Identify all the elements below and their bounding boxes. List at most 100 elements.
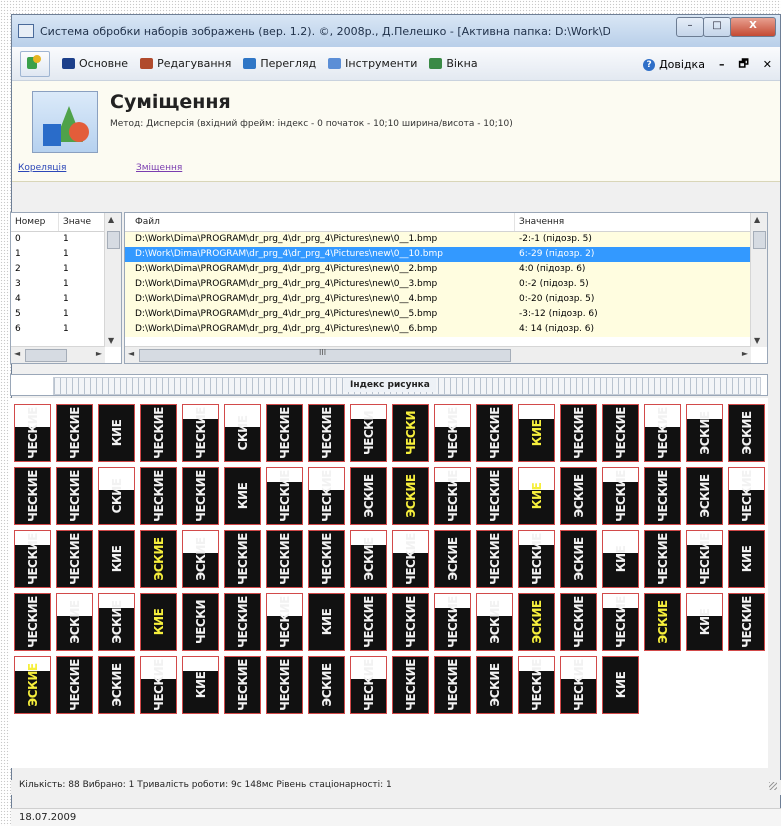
image-thumbnail[interactable]: ЧЕСКИЕ (434, 467, 471, 525)
image-thumbnail[interactable]: КИЕ (518, 404, 555, 462)
image-thumbnail[interactable]: ЭСКИЕ (98, 656, 135, 714)
image-thumbnail[interactable]: ЧЕСКИЕ (224, 593, 261, 651)
image-thumbnail[interactable]: ЧЕСКИЕ (308, 404, 345, 462)
scroll-thumb[interactable] (107, 231, 120, 249)
scroll-up-icon[interactable]: ▲ (754, 215, 760, 224)
close-button[interactable]: X (730, 17, 776, 37)
image-thumbnail[interactable]: ЭСКИЕ (686, 404, 723, 462)
image-thumbnail[interactable]: ЧЕСКИЕ (476, 467, 513, 525)
image-thumbnail[interactable]: ЧЕСКИЕ (14, 593, 51, 651)
table-row[interactable]: D:\Work\Dima\PROGRAM\dr_prg_4\dr_prg_4\P… (125, 292, 767, 307)
table-row[interactable]: D:\Work\Dima\PROGRAM\dr_prg_4\dr_prg_4\P… (125, 277, 767, 292)
app-menu-button[interactable] (20, 50, 50, 77)
index-grid-vertical-scrollbar[interactable]: ▲ ▼ (104, 213, 121, 347)
scroll-down-icon[interactable]: ▼ (754, 336, 760, 345)
image-thumbnail[interactable]: ЧЕСКИЕ (308, 467, 345, 525)
image-thumbnail[interactable]: ЭСКИЕ (140, 530, 177, 588)
image-thumbnail[interactable]: ЧЕСКИЕ (182, 404, 219, 462)
image-thumbnail[interactable]: ЧЕСКИЕ (602, 593, 639, 651)
shift-link[interactable]: Зміщення (136, 163, 182, 173)
scroll-up-icon[interactable]: ▲ (108, 215, 114, 224)
image-thumbnail[interactable]: ЭСКИЕ (476, 656, 513, 714)
resize-grip-icon[interactable] (769, 782, 777, 790)
image-thumbnail[interactable]: ЭСКИЕ (98, 593, 135, 651)
image-thumbnail[interactable]: ЧЕСКИЕ (560, 656, 597, 714)
image-thumbnail[interactable]: СКИЕ (224, 404, 261, 462)
column-header-value[interactable]: Значе (59, 213, 105, 231)
image-thumbnail[interactable]: КИЕ (728, 530, 765, 588)
image-thumbnail[interactable]: ЧЕСКИЕ (392, 593, 429, 651)
image-thumbnail[interactable]: ЧЕСКИЕ (350, 593, 387, 651)
image-thumbnail[interactable]: ЧЕСКИЕ (518, 656, 555, 714)
menu-item-view[interactable]: Перегляд (243, 57, 316, 70)
image-thumbnail[interactable]: КИЕ (182, 656, 219, 714)
image-thumbnail[interactable]: ЧЕСКИЕ (434, 656, 471, 714)
image-thumbnail[interactable]: ЧЕСКИЕ (266, 593, 303, 651)
image-thumbnail[interactable]: ЧЕСКИЕ (182, 467, 219, 525)
scroll-left-icon[interactable]: ◄ (14, 349, 20, 358)
image-thumbnail[interactable]: КИЕ (518, 467, 555, 525)
menu-item-main[interactable]: Основне (62, 57, 128, 70)
scroll-right-icon[interactable]: ► (96, 349, 102, 358)
image-thumbnail[interactable]: ЧЕСКИЕ (686, 530, 723, 588)
correlation-link[interactable]: Кореляція (18, 163, 66, 173)
image-thumbnail[interactable]: ЭСКИЕ (560, 467, 597, 525)
image-thumbnail[interactable]: ЧЕСКИЕ (56, 530, 93, 588)
table-row[interactable]: D:\Work\Dima\PROGRAM\dr_prg_4\dr_prg_4\P… (125, 262, 767, 277)
image-thumbnail[interactable]: КИЕ (308, 593, 345, 651)
image-thumbnail[interactable]: ЧЕСКИЕ (224, 530, 261, 588)
scroll-down-icon[interactable]: ▼ (108, 336, 114, 345)
image-thumbnail[interactable]: ЧЕСКИЕ (476, 404, 513, 462)
column-header-result[interactable]: Значення (515, 213, 751, 231)
image-thumbnail[interactable]: ЭСКИЕ (434, 530, 471, 588)
table-row[interactable]: D:\Work\Dima\PROGRAM\dr_prg_4\dr_prg_4\P… (125, 322, 767, 337)
menu-item-help[interactable]: Довідка (659, 58, 705, 71)
image-thumbnail[interactable]: ЧЕСКИЕ (14, 530, 51, 588)
image-thumbnail[interactable]: ЧЕСКИЕ (644, 467, 681, 525)
table-row[interactable]: D:\Work\Dima\PROGRAM\dr_prg_4\dr_prg_4\P… (125, 232, 767, 247)
image-thumbnail[interactable]: ЧЕСКИЕ (728, 593, 765, 651)
image-thumbnail[interactable]: ЭСКИЕ (14, 656, 51, 714)
mdi-minimize-button[interactable]: – (719, 58, 725, 71)
column-header-file[interactable]: Файл (125, 213, 515, 231)
image-thumbnail[interactable]: КИЕ (602, 656, 639, 714)
image-thumbnail[interactable]: ЭСКИЕ (476, 593, 513, 651)
file-grid-vertical-scrollbar[interactable]: ▲ ▼ (750, 213, 767, 347)
image-thumbnail[interactable]: КИЕ (224, 467, 261, 525)
image-thumbnail[interactable]: ЧЕСКИЕ (728, 467, 765, 525)
image-thumbnail[interactable]: ЧЕСКИЕ (476, 530, 513, 588)
image-thumbnail[interactable]: ЧЕСКИЕ (602, 467, 639, 525)
image-thumbnail[interactable]: ЭСКИЕ (518, 593, 555, 651)
image-thumbnail[interactable]: ЧЕСКИЕ (56, 467, 93, 525)
image-thumbnail[interactable]: ЭСКИЕ (392, 467, 429, 525)
image-thumbnail[interactable]: ЧЕСКИЕ (350, 656, 387, 714)
image-thumbnail[interactable]: КИЕ (98, 530, 135, 588)
image-thumbnail[interactable]: ЭСКИЕ (686, 467, 723, 525)
image-thumbnail[interactable]: ЧЕСКИЕ (644, 404, 681, 462)
image-thumbnail[interactable]: ЧЕСКИЕ (14, 467, 51, 525)
image-thumbnail[interactable]: ЧЕСКИЕ (644, 530, 681, 588)
index-grid-horizontal-scrollbar[interactable]: ◄ ► (11, 346, 105, 363)
image-thumbnail[interactable]: ЧЕСКИЕ (308, 530, 345, 588)
image-thumbnail[interactable]: ЧЕСКИЕ (560, 593, 597, 651)
image-thumbnail[interactable]: ЧЕСКИ (392, 404, 429, 462)
title-bar[interactable]: Система обробки наборів зображень (вер. … (12, 15, 780, 47)
image-thumbnail[interactable]: ЭСКИЕ (56, 593, 93, 651)
file-grid-horizontal-scrollbar[interactable]: ◄ III ► (125, 346, 751, 363)
image-thumbnail[interactable]: ЧЕСКИЕ (602, 404, 639, 462)
image-thumbnail[interactable]: ЧЕСКИЕ (14, 404, 51, 462)
maximize-button[interactable]: □ (703, 17, 731, 37)
image-thumbnail[interactable]: ЧЕСКИЕ (518, 530, 555, 588)
scroll-thumb[interactable] (25, 349, 67, 362)
image-thumbnail[interactable]: КИЕ (602, 530, 639, 588)
scroll-left-icon[interactable]: ◄ (128, 349, 134, 358)
image-thumbnail[interactable]: ЧЕСКИЕ (140, 467, 177, 525)
scroll-thumb[interactable] (753, 231, 766, 249)
image-thumbnail[interactable]: ЭСКИЕ (308, 656, 345, 714)
image-thumbnail[interactable]: ЧЕСКИЕ (56, 656, 93, 714)
image-thumbnail[interactable]: ЭСКИЕ (560, 530, 597, 588)
column-header-number[interactable]: Номер (11, 213, 59, 231)
image-thumbnail[interactable]: ЧЕСКИЕ (266, 404, 303, 462)
image-thumbnail[interactable]: ЧЕСКИЕ (434, 404, 471, 462)
menu-item-tools[interactable]: Інструменти (328, 57, 417, 70)
